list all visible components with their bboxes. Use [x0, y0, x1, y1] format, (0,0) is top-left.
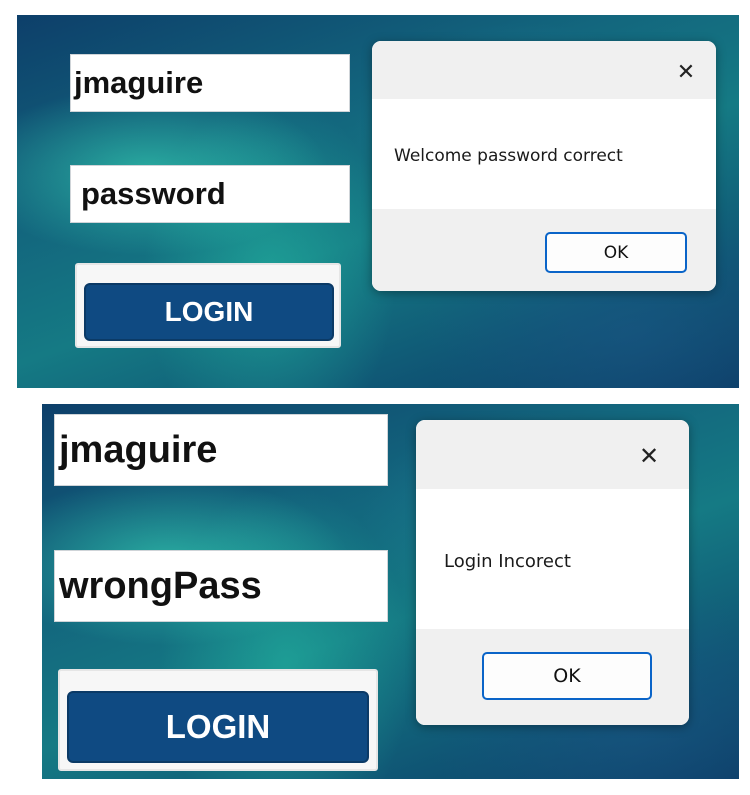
- username-input[interactable]: jmaguire: [54, 414, 388, 486]
- login-screen-failure: jmaguire wrongPass LOGIN ✕ Login Incorec…: [42, 404, 739, 779]
- message-dialog: ✕ Login Incorect OK: [416, 420, 689, 725]
- password-input[interactable]: password: [70, 165, 350, 223]
- login-button-frame: LOGIN: [75, 263, 341, 348]
- ok-button[interactable]: OK: [545, 232, 687, 273]
- dialog-title-bar: [372, 41, 716, 99]
- login-screen-success: jmaguire password LOGIN ✕ Welcome passwo…: [17, 15, 739, 388]
- dialog-message: Welcome password correct: [394, 146, 623, 166]
- login-button[interactable]: LOGIN: [67, 691, 369, 763]
- message-dialog: ✕ Welcome password correct OK: [372, 41, 716, 291]
- dialog-message: Login Incorect: [444, 551, 571, 572]
- username-input[interactable]: jmaguire: [70, 54, 350, 112]
- login-button[interactable]: LOGIN: [84, 283, 334, 341]
- close-icon[interactable]: ✕: [668, 55, 704, 89]
- close-icon[interactable]: ✕: [630, 438, 668, 474]
- password-input[interactable]: wrongPass: [54, 550, 388, 622]
- ok-button[interactable]: OK: [482, 652, 652, 700]
- login-button-frame: LOGIN: [58, 669, 378, 771]
